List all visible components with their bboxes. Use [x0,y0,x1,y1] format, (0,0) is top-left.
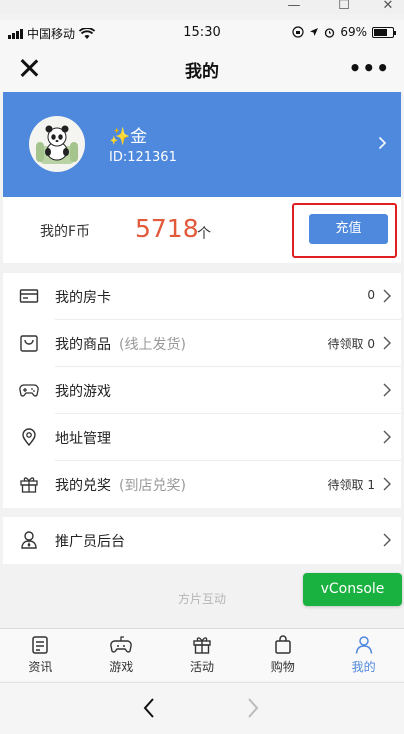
nav-bar: 我的 ••• [0,46,404,92]
menu-item-value: 待领取 0 [327,337,375,351]
profile-card[interactable]: ✨金 ID:121361 [3,92,401,197]
location-arrow-icon [310,28,319,36]
lock-rotation-icon [292,26,304,38]
tab-label: 活动 [189,660,214,674]
back-arrow-icon[interactable] [142,697,156,719]
chevron-right-icon [383,336,391,350]
menu-item-my-goods[interactable]: 我的商品 (线上发货) 待领取 0 [3,320,401,367]
menu-item-value: 0 [367,288,375,302]
card-icon [19,289,39,303]
chevron-right-icon [383,477,391,491]
gift-icon [20,477,38,493]
minimize-button[interactable]: — [284,0,304,14]
gamepad-icon [19,384,39,397]
chevron-right-icon [383,533,391,547]
menu-item-value: 待领取 1 [327,478,375,492]
menu-item-address[interactable]: 地址管理 [3,414,401,461]
panda-avatar-icon [36,125,78,164]
chevron-right-icon [378,136,387,150]
browser-toolbar [0,682,404,734]
promoter-backend-item[interactable]: 推广员后台 [3,517,401,564]
menu-item-label: 地址管理 [55,431,111,447]
tab-shopping[interactable]: 购物 [242,629,323,681]
tab-mine[interactable]: 我的 [323,629,404,681]
bottom-tab-bar: 资讯 游戏 活动 购物 我的 [0,628,404,681]
menu-item-label: 我的商品 (线上发货) [55,337,186,353]
chevron-right-icon [383,430,391,444]
window-titlebar: — ☐ ✕ [0,0,404,14]
battery-percent: 69% [340,25,367,39]
maximize-button[interactable]: ☐ [334,0,354,14]
shopping-bag-icon [275,635,291,654]
promoter-label: 推广员后台 [55,534,125,550]
menu-item-my-games[interactable]: 我的游戏 [3,367,401,414]
coin-unit: 个 [197,226,211,242]
game-controller-icon [110,636,132,653]
tab-label: 资讯 [28,660,53,674]
menu-item-label: 我的兑奖 (到店兑奖) [55,478,186,494]
menu-list: 我的房卡 0 我的商品 (线上发货) 待领取 0 我的游戏 地址管理 我的兑奖 (到… [3,273,401,508]
vconsole-button[interactable]: vConsole [303,573,402,606]
tab-activities[interactable]: 活动 [162,629,243,681]
gift-box-icon [193,637,211,654]
more-menu-button[interactable]: ••• [349,56,390,80]
person-icon [355,636,372,654]
page-title: 我的 [185,62,219,82]
user-badge-icon [21,531,37,549]
status-bar: 中国移动 15:30 69% [0,20,404,46]
recharge-button[interactable]: 充值 [309,214,388,244]
close-window-button[interactable]: ✕ [378,0,398,14]
menu-item-sublabel: (到店兑奖) [119,478,186,494]
user-id: ID:121361 [109,150,177,165]
news-icon [32,636,49,654]
user-name: ✨金 [109,127,148,147]
chevron-right-icon [383,289,391,303]
tab-label: 购物 [270,660,295,674]
forward-arrow-icon[interactable] [246,697,260,719]
coin-balance-panel: 我的F币 5718 个 充值 [3,197,401,263]
battery-icon [372,26,396,38]
tab-news[interactable]: 资讯 [0,629,81,681]
coin-amount: 5718 [135,214,199,243]
tab-label: 我的 [351,660,376,674]
chevron-right-icon [383,383,391,397]
coin-label: 我的F币 [40,224,91,240]
tab-label: 游戏 [109,660,134,674]
menu-item-label: 我的游戏 [55,384,111,400]
shopping-bag-icon [20,335,38,352]
alarm-icon [325,27,335,38]
avatar [29,116,85,172]
tab-games[interactable]: 游戏 [81,629,162,681]
menu-item-prizes[interactable]: 我的兑奖 (到店兑奖) 待领取 1 [3,461,401,508]
menu-item-label: 我的房卡 [55,290,111,306]
location-pin-icon [22,428,36,447]
menu-item-sublabel: (线上发货) [119,337,186,353]
menu-item-room-cards[interactable]: 我的房卡 0 [3,273,401,320]
